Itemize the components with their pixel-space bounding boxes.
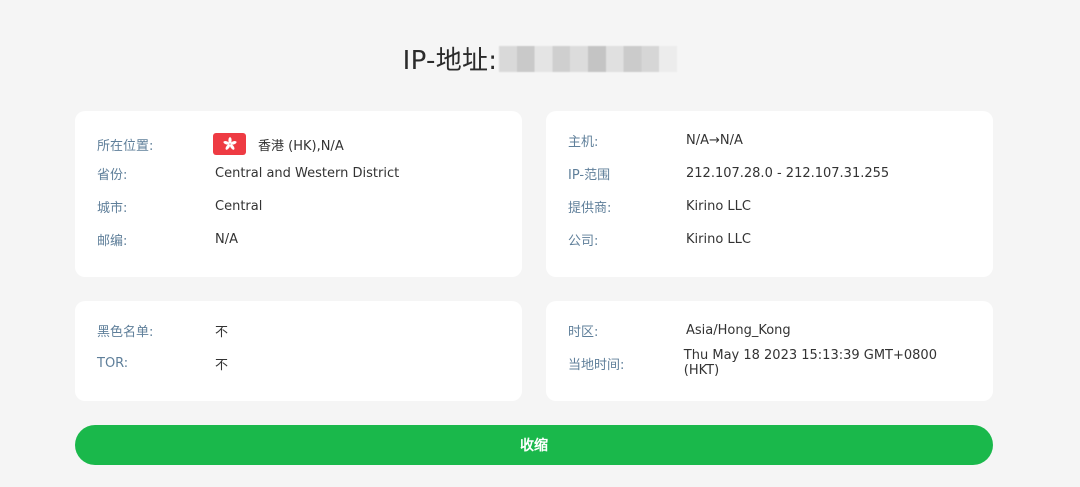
- ip-range-value: 212.107.28.0 - 212.107.31.255: [686, 165, 890, 181]
- location-value: 香港 (HK),N/A: [258, 138, 344, 154]
- collapse-button[interactable]: 收缩: [75, 425, 993, 465]
- blacklist-value: 不: [215, 324, 229, 340]
- postal-code-row: 邮编: N/A: [97, 229, 500, 249]
- company-label: 公司:: [568, 233, 599, 249]
- provider-value: Kirino LLC: [686, 198, 751, 214]
- local-time-label: 当地时间:: [568, 357, 625, 373]
- blacklist-label: 黑色名单:: [97, 324, 154, 340]
- ip-range-row: IP-范围 212.107.28.0 - 212.107.31.255: [568, 163, 971, 183]
- ip-range-label: IP-范围: [568, 167, 611, 183]
- tor-label: TOR:: [97, 355, 129, 371]
- ip-lookup-page: IP-地址: 所在位置: 香港 (HK),N/A 省份: Central and…: [0, 0, 1080, 487]
- blacklist-row: 黑色名单: 不: [97, 320, 500, 340]
- hong-kong-flag-icon: [213, 133, 246, 155]
- security-card: 黑色名单: 不 TOR: 不: [75, 301, 522, 401]
- province-label: 省份:: [97, 167, 128, 183]
- company-value: Kirino LLC: [686, 231, 751, 247]
- location-label: 所在位置:: [97, 138, 154, 154]
- postal-code-label: 邮编:: [97, 233, 128, 249]
- city-label: 城市:: [97, 200, 128, 216]
- host-value: N/A→N/A: [686, 132, 743, 148]
- host-label: 主机:: [568, 134, 599, 150]
- local-time-value: Thu May 18 2023 15:13:39 GMT+0800 (HKT): [683, 348, 937, 378]
- host-row: 主机: N/A→N/A: [568, 130, 971, 150]
- local-time-row: 当地时间: Thu May 18 2023 15:13:39 GMT+0800 …: [568, 348, 971, 378]
- postal-code-value: N/A: [215, 231, 238, 247]
- time-card: 时区: Asia/Hong_Kong 当地时间: Thu May 18 2023…: [546, 301, 993, 401]
- city-value: Central: [215, 198, 263, 214]
- province-row: 省份: Central and Western District: [97, 163, 500, 183]
- page-title: IP-地址:: [402, 46, 498, 76]
- network-card: 主机: N/A→N/A IP-范围 212.107.28.0 - 212.107…: [546, 111, 993, 277]
- masked-ip-address: [499, 45, 678, 72]
- tor-value: 不: [215, 357, 229, 373]
- provider-label: 提供商:: [568, 200, 612, 216]
- location-row: 所在位置: 香港 (HK),N/A: [97, 133, 500, 155]
- tor-row: TOR: 不: [97, 353, 500, 373]
- city-row: 城市: Central: [97, 196, 500, 216]
- page-title-row: IP-地址:: [0, 40, 1080, 77]
- timezone-label: 时区:: [568, 324, 599, 340]
- location-card: 所在位置: 香港 (HK),N/A 省份: Central and Wester…: [75, 111, 522, 277]
- timezone-row: 时区: Asia/Hong_Kong: [568, 320, 971, 340]
- timezone-value: Asia/Hong_Kong: [686, 322, 791, 338]
- location-value-wrap: 香港 (HK),N/A: [213, 133, 344, 155]
- province-value: Central and Western District: [215, 165, 400, 181]
- company-row: 公司: Kirino LLC: [568, 229, 971, 249]
- provider-row: 提供商: Kirino LLC: [568, 196, 971, 216]
